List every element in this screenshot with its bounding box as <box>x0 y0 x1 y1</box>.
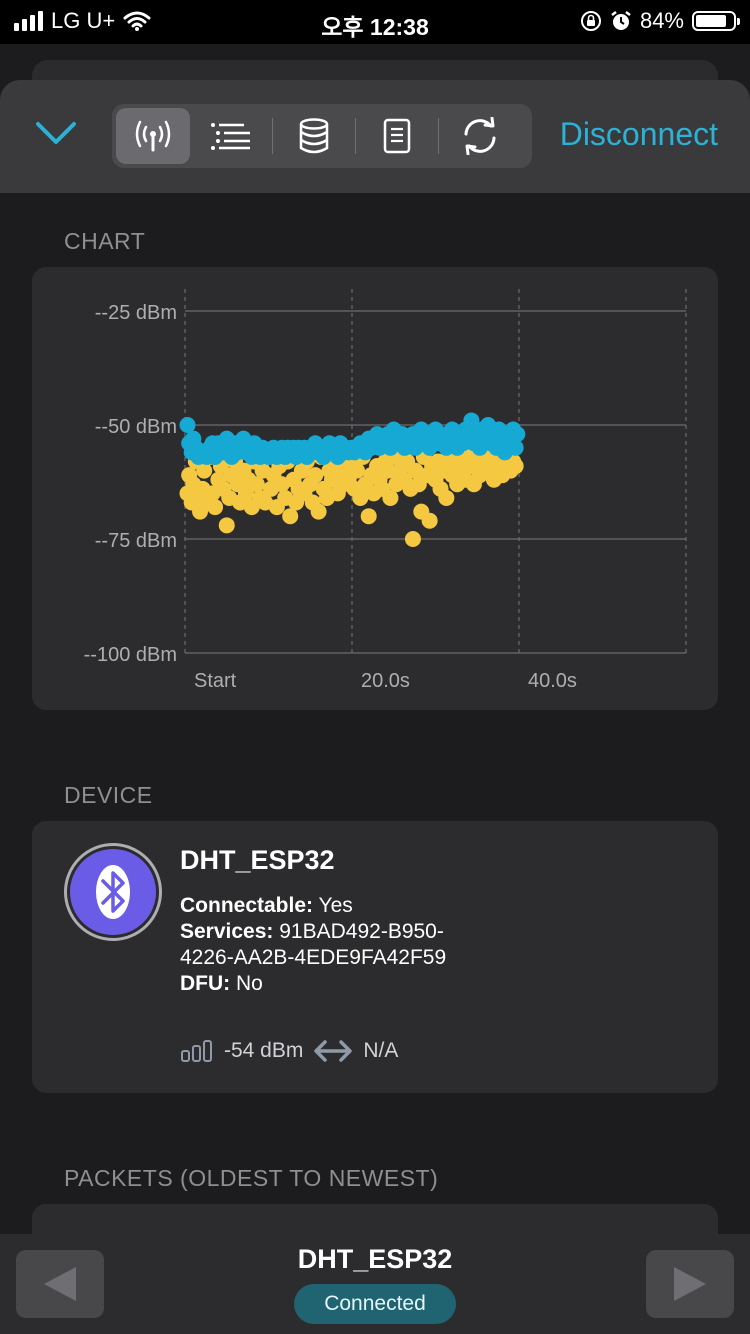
document-icon <box>383 118 411 154</box>
tab-database[interactable] <box>277 108 351 164</box>
device-sheet: Disconnect CHART --25 dBm --50 dBm --75 dB… <box>0 80 750 1334</box>
connectable-row: Connectable: Yes <box>180 893 446 919</box>
data-point <box>438 489 455 506</box>
device-section-label: DEVICE <box>64 782 153 808</box>
toolbar: Disconnect <box>0 80 750 193</box>
next-button[interactable] <box>646 1250 734 1318</box>
device-name: DHT_ESP32 <box>180 845 335 875</box>
connection-status-badge: Connected <box>294 1284 456 1324</box>
database-icon <box>299 118 329 154</box>
y-tick-label: --100 dBm <box>84 644 177 666</box>
services-value-1: 91BAD492-B950- <box>279 920 444 943</box>
status-right: 84% <box>580 8 740 34</box>
device-card[interactable]: DHT_ESP32 Connectable: Yes Services: 91B… <box>32 821 718 1093</box>
rotation-lock-icon <box>580 11 601 31</box>
data-point <box>207 499 224 516</box>
data-point <box>179 417 196 433</box>
segment-divider <box>272 118 273 154</box>
data-point <box>218 517 235 534</box>
services-row: Services: 91BAD492-B950- <box>180 919 446 945</box>
data-point <box>310 503 327 520</box>
data-point <box>349 462 366 479</box>
x-tick-label: 40.0s <box>528 670 577 692</box>
disconnect-button[interactable]: Disconnect <box>560 116 718 153</box>
device-signal-row: -54 dBm N/A <box>180 1039 398 1063</box>
y-tick-label: --25 dBm <box>95 302 177 324</box>
connectable-value: Yes <box>318 894 353 917</box>
y-tick-label: --75 dBm <box>95 530 177 552</box>
battery-icon <box>692 11 740 31</box>
y-tick-label: --50 dBm <box>95 416 177 438</box>
bottom-bar: DHT_ESP32 Connected <box>0 1234 750 1334</box>
battery-percent: 84% <box>639 8 684 33</box>
tab-list[interactable] <box>194 108 268 164</box>
dfu-label: DFU: <box>180 972 231 995</box>
data-point <box>282 508 299 525</box>
tab-document[interactable] <box>360 108 434 164</box>
current-device-name: DHT_ESP32 <box>297 1244 453 1274</box>
dfu-row: DFU: No <box>180 971 446 997</box>
segment-divider <box>438 118 439 154</box>
packets-section-label: PACKETS (OLDEST TO NEWEST) <box>64 1165 439 1191</box>
x-tick-label: Start <box>194 670 237 692</box>
x-tick-label: 20.0s <box>361 670 410 692</box>
segment-divider <box>355 118 356 154</box>
data-point <box>382 489 399 506</box>
rssi-value: -54 dBm <box>224 1039 304 1062</box>
chart-card: --25 dBm --50 dBm --75 dBm --100 dBm Start 20… <box>32 267 718 710</box>
signal-tower-icon <box>135 120 171 152</box>
data-point <box>196 462 213 479</box>
alarm-icon <box>611 11 631 30</box>
dfu-value: No <box>236 972 263 995</box>
data-point <box>404 531 421 547</box>
avatar <box>64 843 162 941</box>
data-point <box>509 426 526 443</box>
tab-refresh[interactable] <box>443 108 517 164</box>
services-value-2: 4226-AA2B-4EDE9FA42F59 <box>180 946 447 969</box>
triangle-right-icon <box>674 1267 706 1301</box>
status-bar: LG U+ 오후 12:38 84% <box>0 0 750 44</box>
connectable-label: Connectable: <box>180 894 314 917</box>
tab-signal[interactable] <box>116 108 190 164</box>
chevron-down-icon[interactable] <box>34 118 78 148</box>
data-point <box>421 512 438 529</box>
data-point <box>360 508 377 525</box>
rssi-chart: --25 dBm --50 dBm --75 dBm --100 dBm Start 20… <box>84 289 687 692</box>
view-segmented-control <box>112 104 532 168</box>
tx-power-value: N/A <box>363 1039 399 1062</box>
signal-strength-icon <box>181 1040 212 1062</box>
bluetooth-icon <box>96 865 130 919</box>
refresh-icon <box>464 117 496 155</box>
avatar-circle <box>70 849 156 935</box>
services-label: Services: <box>180 920 274 943</box>
data-point <box>248 476 265 493</box>
data-point <box>507 439 524 456</box>
data-point <box>507 458 524 475</box>
list-icon <box>211 123 250 150</box>
horizontal-arrows-icon <box>314 1040 353 1062</box>
device-details: Connectable: Yes Services: 91BAD492-B950… <box>180 893 446 997</box>
data-point <box>307 467 324 484</box>
chart-section-label: CHART <box>64 228 146 254</box>
